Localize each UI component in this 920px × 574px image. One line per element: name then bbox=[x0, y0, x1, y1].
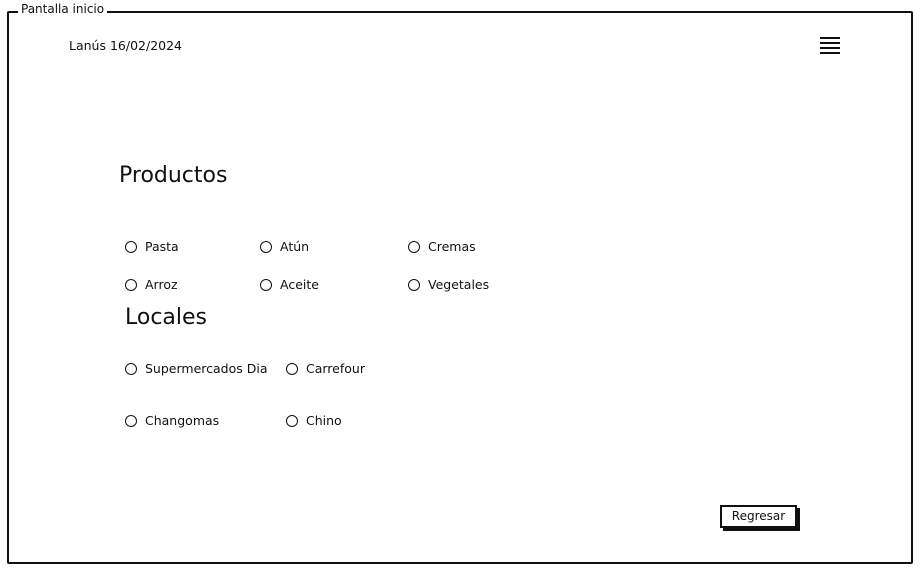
radio-label: Changomas bbox=[145, 413, 220, 428]
locales-title: Locales bbox=[125, 305, 208, 330]
location-date-label: Lanús 16/02/2024 bbox=[69, 38, 183, 53]
radio-circle-icon bbox=[125, 241, 137, 253]
radio-producto-pasta[interactable]: Pasta bbox=[125, 239, 179, 255]
radio-circle-icon bbox=[260, 279, 272, 291]
radio-label: Vegetales bbox=[428, 277, 490, 292]
back-button[interactable]: Regresar bbox=[720, 505, 797, 528]
radio-producto-cremas[interactable]: Cremas bbox=[408, 239, 476, 255]
radio-producto-atun[interactable]: Atún bbox=[260, 239, 309, 255]
radio-label: Pasta bbox=[145, 239, 179, 254]
radio-label: Supermercados Dia bbox=[145, 361, 268, 376]
radio-circle-icon bbox=[125, 415, 137, 427]
radio-label: Aceite bbox=[280, 277, 319, 292]
radio-local-supermercados-dia[interactable]: Supermercados Dia bbox=[125, 361, 268, 377]
radio-circle-icon bbox=[408, 241, 420, 253]
radio-circle-icon bbox=[260, 241, 272, 253]
radio-label: Chino bbox=[306, 413, 342, 428]
radio-circle-icon bbox=[286, 415, 298, 427]
radio-circle-icon bbox=[125, 363, 137, 375]
window-title: Pantalla inicio bbox=[18, 2, 108, 16]
radio-producto-vegetales[interactable]: Vegetales bbox=[408, 277, 489, 293]
radio-circle-icon bbox=[286, 363, 298, 375]
radio-producto-arroz[interactable]: Arroz bbox=[125, 277, 178, 293]
radio-label: Carrefour bbox=[306, 361, 365, 376]
radio-label: Cremas bbox=[428, 239, 476, 254]
radio-local-chino[interactable]: Chino bbox=[286, 413, 342, 429]
radio-producto-aceite[interactable]: Aceite bbox=[260, 277, 319, 293]
productos-title: Productos bbox=[119, 163, 228, 188]
radio-circle-icon bbox=[408, 279, 420, 291]
radio-label: Arroz bbox=[145, 277, 178, 292]
radio-local-carrefour[interactable]: Carrefour bbox=[286, 361, 365, 377]
radio-circle-icon bbox=[125, 279, 137, 291]
radio-label: Atún bbox=[280, 239, 310, 254]
hamburger-menu-icon[interactable] bbox=[818, 35, 842, 57]
radio-local-changomas[interactable]: Changomas bbox=[125, 413, 219, 429]
